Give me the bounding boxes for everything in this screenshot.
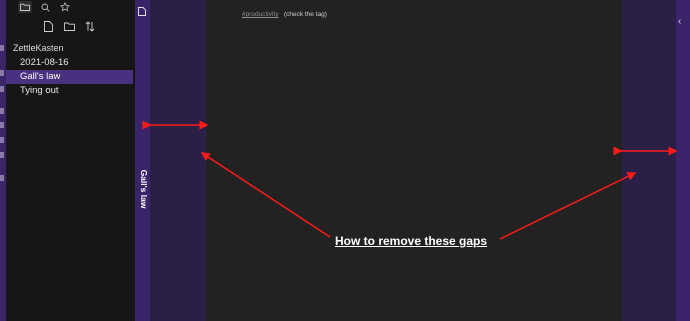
right-gap: [622, 0, 676, 321]
ribbon-icon[interactable]: [0, 45, 4, 51]
ribbon-icon[interactable]: [0, 152, 4, 158]
tag-link[interactable]: #productivity: [242, 11, 279, 18]
new-note-icon[interactable]: [41, 19, 55, 33]
search-icon[interactable]: [38, 1, 52, 13]
folder-icon[interactable]: [18, 1, 32, 13]
right-pane-strip[interactable]: ‹: [676, 0, 690, 321]
file-icon: [138, 3, 147, 16]
annotation-label: How to remove these gaps: [335, 234, 488, 248]
ribbon-icon[interactable]: [0, 86, 4, 92]
ribbon-icon[interactable]: [0, 108, 4, 114]
stacked-pane-spine[interactable]: Gall's law: [135, 0, 150, 321]
tag-note: (check the tag): [283, 11, 327, 18]
new-folder-icon[interactable]: [62, 19, 76, 33]
file-item[interactable]: 2021-08-16: [6, 56, 133, 70]
sort-icon[interactable]: [83, 19, 97, 33]
sidebar-tab-bar: [6, 0, 135, 14]
ribbon-icon[interactable]: [0, 70, 4, 76]
file-explorer-actions: [6, 16, 135, 36]
ribbon-icon[interactable]: [0, 122, 4, 128]
file-explorer-sidebar: ZettleKasten 2021-08-16 Gall's law Tying…: [6, 0, 136, 321]
star-icon[interactable]: [58, 1, 72, 13]
ribbon-icon[interactable]: [0, 175, 4, 181]
tag-line: #productivity (check the tag): [242, 11, 327, 18]
chevron-left-icon[interactable]: ‹: [678, 16, 681, 27]
file-item-label: Gall's law: [20, 71, 61, 82]
editor-pane[interactable]: #productivity (check the tag): [206, 0, 622, 321]
file-item-selected[interactable]: Gall's law: [6, 70, 133, 84]
left-gap: [150, 0, 206, 321]
ribbon-icon[interactable]: [0, 137, 4, 143]
file-item-label: Tying out: [20, 85, 59, 96]
file-item-label: 2021-08-16: [20, 57, 69, 68]
pane-title: Gall's law: [139, 169, 149, 209]
file-item[interactable]: Tying out: [6, 84, 133, 98]
vault-name[interactable]: ZettleKasten: [13, 43, 64, 53]
